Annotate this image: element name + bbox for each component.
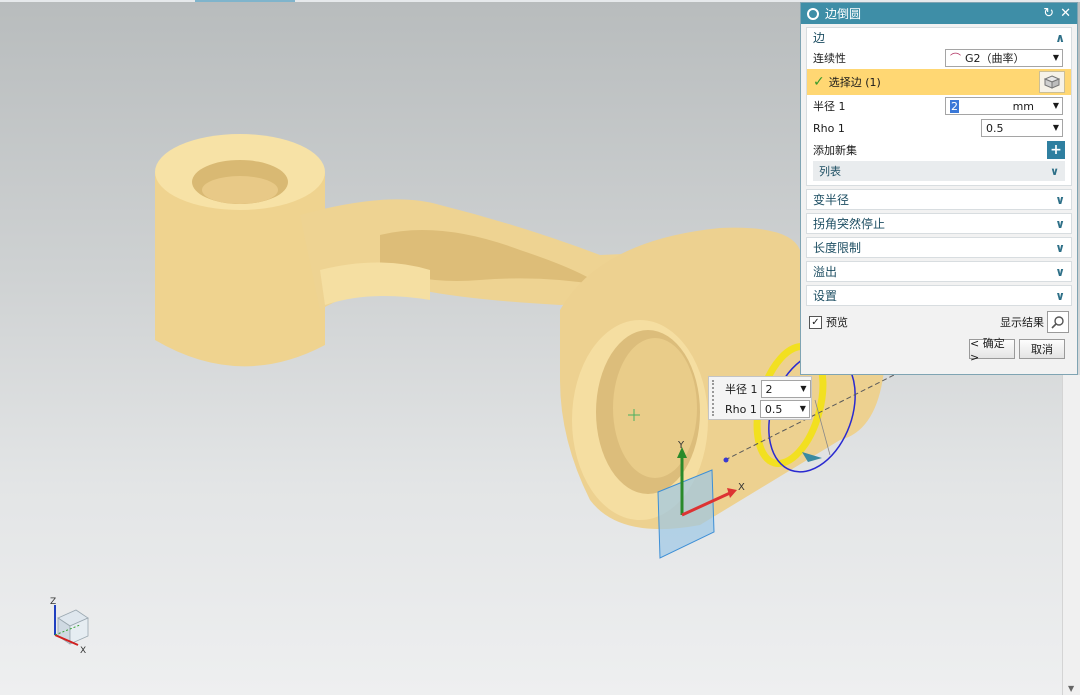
collapsed-section-header[interactable]: 变半径 ∨ xyxy=(807,190,1071,209)
chevron-down-icon: ∨ xyxy=(1055,216,1065,231)
edge-section-header[interactable]: 边 ∧ xyxy=(807,28,1071,47)
collapsed-section-header[interactable]: 拐角突然停止 ∨ xyxy=(807,214,1071,233)
left-boss[interactable] xyxy=(155,134,325,367)
dialog-title: 边倒圆 xyxy=(825,7,862,21)
triad-z-label: Z xyxy=(50,597,56,607)
collapsed-section[interactable]: 变半径 ∨ xyxy=(806,189,1072,210)
show-result-button[interactable] xyxy=(1047,311,1069,333)
collapsed-section-title: 拐角突然停止 xyxy=(813,217,886,231)
rho-value: 0.5 xyxy=(986,121,1004,135)
reset-icon[interactable]: ↻ xyxy=(1043,6,1054,21)
float-rho-row: Rho 1 0.5 ▼ xyxy=(725,400,810,418)
continuity-row: 连续性 ⌒ G2（曲率） ▼ xyxy=(807,47,1071,69)
chevron-down-icon: ∨ xyxy=(1055,240,1065,255)
float-rho-input[interactable]: 0.5 ▼ xyxy=(759,400,810,418)
collapsed-section-header[interactable]: 设置 ∨ xyxy=(807,286,1071,305)
csys-y-label: Y xyxy=(677,440,685,451)
dropdown-arrow-icon: ▼ xyxy=(800,384,807,393)
add-new-set-row: 添加新集 + xyxy=(807,139,1071,161)
collapsed-section-header[interactable]: 长度限制 ∨ xyxy=(807,238,1071,257)
collapsed-section-title: 变半径 xyxy=(813,193,850,207)
curvature-icon: ⌒ xyxy=(950,52,961,65)
dialog-title-bar[interactable]: 边倒圆 ↻ ✕ xyxy=(801,3,1077,24)
edge-blend-dialog: 边倒圆 ↻ ✕ 边 ∧ 连续性 ⌒ G2（曲率） ▼ ✓ 选择边 (1) 半径 1… xyxy=(800,2,1078,375)
preview-row: ✓ 预览 显示结果 xyxy=(801,309,1077,335)
float-radius-row: 半径 1 2 ▼ xyxy=(725,380,811,398)
list-section-header[interactable]: 列表 ∨ xyxy=(813,161,1065,181)
csys-x-label: X xyxy=(738,482,745,493)
dropdown-arrow-icon: ▼ xyxy=(1052,101,1059,110)
rho-select[interactable]: 0.5 ▼ xyxy=(981,119,1063,137)
continuity-value: G2（曲率） xyxy=(965,52,1025,65)
chevron-down-icon: ∨ xyxy=(1055,192,1065,207)
float-rho-label: Rho 1 xyxy=(725,402,757,416)
chevron-down-icon: ∨ xyxy=(1055,288,1065,303)
scroll-down-arrow-icon[interactable]: ▼ xyxy=(1068,684,1074,693)
edge-select-cube-button[interactable] xyxy=(1039,71,1065,93)
viewport-scrollbar[interactable]: ▼ xyxy=(1062,375,1080,695)
collapsed-section[interactable]: 拐角突然停止 ∨ xyxy=(806,213,1072,234)
preview-checkbox[interactable]: ✓ xyxy=(809,315,822,329)
float-radius-label: 半径 1 xyxy=(725,383,758,396)
plus-icon: + xyxy=(1050,142,1062,158)
collapsed-section-title: 长度限制 xyxy=(813,241,862,255)
select-edge-row[interactable]: ✓ 选择边 (1) xyxy=(807,69,1071,95)
triad-x-label: X xyxy=(80,646,86,656)
collapsed-sections: 变半径 ∨ 拐角突然停止 ∨ 长度限制 ∨ 溢出 ∨ 设置 ∨ xyxy=(801,189,1077,306)
floating-input-box[interactable]: 半径 1 2 ▼ Rho 1 0.5 ▼ xyxy=(708,376,812,420)
edge-section-title: 边 xyxy=(813,31,826,45)
chevron-up-icon: ∧ xyxy=(1055,30,1065,45)
collapsed-section[interactable]: 设置 ∨ xyxy=(806,285,1072,306)
radius-input[interactable]: 2 mm ▼ xyxy=(945,97,1063,115)
collapsed-section[interactable]: 长度限制 ∨ xyxy=(806,237,1072,258)
preview-label: 预览 xyxy=(826,316,848,329)
collapsed-section-header[interactable]: 溢出 ∨ xyxy=(807,262,1071,281)
collapsed-section-title: 设置 xyxy=(813,289,838,303)
collapsed-section-title: 溢出 xyxy=(813,265,838,279)
radius-value: 2 xyxy=(950,99,959,113)
dropdown-arrow-icon: ▼ xyxy=(1052,123,1059,132)
dialog-button-row: < 确定 > 取消 xyxy=(801,337,1077,364)
list-label: 列表 xyxy=(819,165,841,178)
radius-row: 半径 1 2 mm ▼ xyxy=(807,95,1071,117)
cube-icon xyxy=(1044,75,1060,89)
ok-button[interactable]: < 确定 > xyxy=(969,337,1015,364)
rho-row: Rho 1 0.5 ▼ xyxy=(807,117,1071,139)
continuity-select[interactable]: ⌒ G2（曲率） ▼ xyxy=(945,49,1063,67)
magnifier-icon xyxy=(1051,316,1064,329)
drag-handle[interactable] xyxy=(712,380,717,416)
rho-label: Rho 1 xyxy=(813,121,845,135)
dropdown-arrow-icon: ▼ xyxy=(1052,53,1059,62)
chevron-down-icon: ∨ xyxy=(1050,164,1059,178)
close-icon[interactable]: ✕ xyxy=(1060,6,1071,21)
collapsed-section[interactable]: 溢出 ∨ xyxy=(806,261,1072,282)
gear-icon xyxy=(807,7,819,20)
cancel-button[interactable]: 取消 xyxy=(1019,339,1065,359)
dropdown-arrow-icon: ▼ xyxy=(799,404,806,413)
chevron-down-icon: ∨ xyxy=(1055,264,1065,279)
checkmark-icon: ✓ xyxy=(813,74,825,90)
add-new-set-button[interactable]: + xyxy=(1047,141,1065,159)
view-triad[interactable]: Z X xyxy=(50,597,89,656)
continuity-label: 连续性 xyxy=(813,52,846,65)
add-new-set-label: 添加新集 xyxy=(813,144,857,157)
select-edge-label: 选择边 (1) xyxy=(828,76,881,89)
radius-label: 半径 1 xyxy=(813,100,846,113)
edge-section: 边 ∧ 连续性 ⌒ G2（曲率） ▼ ✓选择边 (1) 半径 1 2 mm ▼ xyxy=(806,27,1072,186)
float-radius-input[interactable]: 2 ▼ xyxy=(760,380,811,398)
show-result-label: 显示结果 xyxy=(1000,316,1044,329)
radius-unit: mm xyxy=(1012,99,1034,113)
